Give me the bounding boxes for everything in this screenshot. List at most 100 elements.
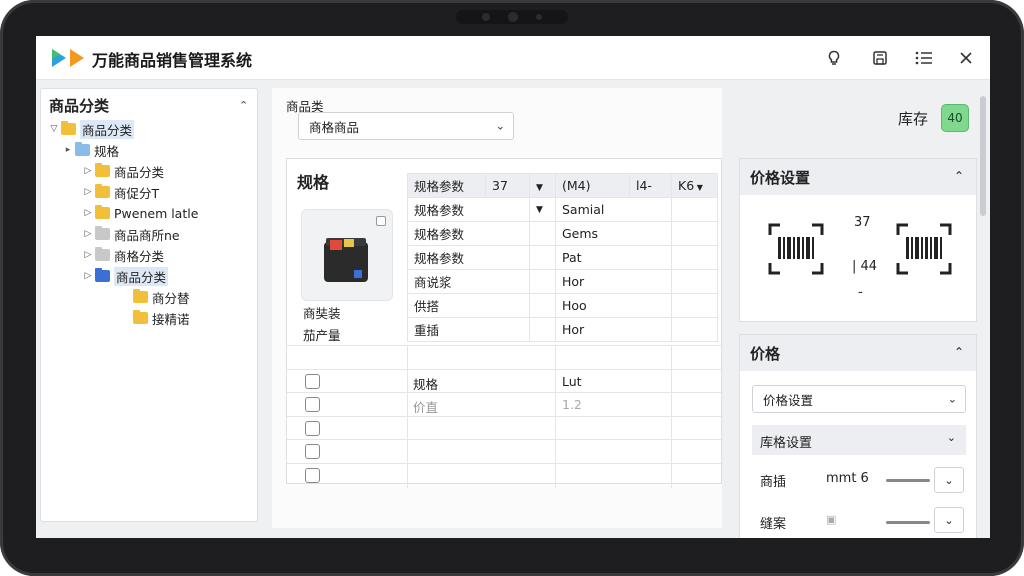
spec-card: 规格 商奘装 茄产量 规格参数 37 ▼ (M4) l4- K6 ▼ 规格参数 …: [286, 158, 723, 488]
table-cell: [671, 269, 718, 294]
col-header-k6[interactable]: K6 ▼: [671, 173, 718, 198]
close-button[interactable]: [954, 46, 978, 70]
collapse-up-icon[interactable]: ⌃: [239, 99, 248, 112]
price-settings-header[interactable]: 价格设置 ⌃: [740, 159, 976, 195]
table-cell: [529, 245, 556, 270]
tree-item-label: Pwenem latle: [114, 205, 199, 221]
tree-item[interactable]: ▷ Pwenem latle: [81, 203, 198, 223]
row-checkbox[interactable]: [305, 397, 320, 412]
bulb-icon: [828, 50, 840, 65]
price-card: 价格 ⌃ 价格设置 ⌄ 库格设置 ⌄ 商插 mmt 6 ⌄ 缝案 ▣ ⌄: [739, 334, 977, 538]
row-label: 价直: [413, 400, 439, 415]
stock-badge[interactable]: 40: [941, 104, 969, 132]
tree-item[interactable]: 接精诺: [119, 308, 190, 328]
tree-expand-arrow-icon[interactable]: ▷: [81, 187, 95, 197]
price-row-1-dropdown[interactable]: ⌄: [934, 467, 964, 493]
col-header-37[interactable]: 37: [485, 173, 530, 198]
category-tree-panel: 商品分类 ⌃ ▽ 商品分类 ▸ 规格 ▷ 商品分类 ▷ 商促分T ▷ Pwenem latle ▷ 商…: [40, 88, 258, 522]
collapse-up-icon[interactable]: ⌃: [954, 345, 964, 359]
tree-item[interactable]: ▽ 商品分类: [47, 119, 135, 139]
list-item[interactable]: [287, 345, 723, 370]
vertical-scrollbar[interactable]: [980, 96, 986, 216]
sensor-dot: [536, 14, 542, 20]
category-select-value: 商格商品: [309, 119, 360, 135]
collapse-up-icon[interactable]: ⌃: [954, 169, 964, 183]
table-row[interactable]: 供搭 Hoo: [407, 293, 718, 318]
category-select[interactable]: 商格商品 ⌄: [298, 112, 514, 140]
row-value: 1.2: [562, 397, 582, 412]
triangle-down-icon: ▼: [536, 183, 543, 193]
row-value: Lut: [562, 373, 582, 389]
tree-expand-arrow-icon[interactable]: ▸: [61, 145, 75, 155]
row-checkbox[interactable]: [305, 420, 320, 436]
column-divider: [671, 416, 672, 441]
table-row[interactable]: 规格参数 Gems: [407, 221, 718, 246]
list-item[interactable]: 价直 1.2: [287, 392, 723, 417]
row-checkbox[interactable]: [305, 444, 320, 459]
tree-item[interactable]: ▷ 商促分T: [81, 182, 159, 202]
table-cell: 商说浆: [407, 269, 530, 294]
price-setting-select[interactable]: 价格设置 ⌄: [752, 385, 966, 413]
column-divider: [555, 346, 556, 370]
col-header-dropdown[interactable]: ▼: [529, 173, 556, 198]
list-settings-button[interactable]: [912, 46, 936, 70]
column-divider: [671, 393, 672, 417]
col-header-m4[interactable]: (M4): [555, 173, 630, 198]
column-divider: [407, 393, 408, 417]
table-cell: [671, 221, 718, 246]
col-header-l4[interactable]: l4-: [629, 173, 672, 198]
stock-label: 库存: [898, 110, 929, 128]
barcode-scan-icon[interactable]: [896, 221, 952, 277]
folder-icon: [95, 184, 110, 198]
col-header-spec[interactable]: 规格参数: [407, 173, 486, 198]
folder-icon: [95, 247, 110, 261]
bulb-button[interactable]: [822, 46, 846, 70]
list-item[interactable]: [287, 462, 723, 488]
row-checkbox[interactable]: [305, 373, 320, 389]
camera-lens: [482, 13, 490, 21]
barcode-count-mid-value: 44: [860, 259, 878, 274]
tree-expand-arrow-icon[interactable]: ▷: [81, 271, 95, 281]
list-item[interactable]: [287, 439, 723, 464]
app-window: 万能商品销售管理系统 商品分类 ⌃ ▽ 商品分类 ▸ 规格 ▷ 商品分类 ▷ 商…: [36, 36, 990, 538]
tree-expand-arrow-icon[interactable]: ▷: [81, 166, 95, 176]
tree-expand-arrow-icon[interactable]: ▽: [47, 124, 61, 134]
stock-setting-expander[interactable]: 库格设置 ⌄: [752, 425, 966, 455]
price-header[interactable]: 价格 ⌃: [740, 335, 976, 371]
table-row[interactable]: 商说浆 Hor: [407, 269, 718, 294]
table-cell: Hoo: [555, 293, 672, 318]
table-row[interactable]: 规格参数 ▼ Samial: [407, 197, 718, 222]
tree-item[interactable]: ▷ 商品分类: [81, 266, 169, 286]
tree-expand-arrow-icon[interactable]: ▷: [81, 208, 95, 218]
table-cell: [671, 245, 718, 270]
tree-item[interactable]: 商分替: [119, 287, 190, 307]
tree-item-label: 商格分类: [114, 248, 165, 264]
column-divider: [555, 440, 556, 464]
column-divider: [555, 463, 556, 488]
tree-expand-arrow-icon[interactable]: ▷: [81, 250, 95, 260]
price-slider-2[interactable]: [886, 521, 930, 524]
tree-item[interactable]: ▷ 商品分类: [81, 161, 164, 181]
chevron-down-icon: ⌄: [947, 392, 957, 406]
price-slider-1[interactable]: [886, 479, 930, 482]
table-row[interactable]: 规格参数 Pat: [407, 245, 718, 270]
product-thumbnail[interactable]: [301, 209, 393, 301]
thumbnail-checkbox[interactable]: [376, 216, 386, 226]
table-row[interactable]: 重插 Hor: [407, 317, 718, 342]
tree-item[interactable]: ▷ 商格分类: [81, 245, 164, 265]
save-button[interactable]: [868, 46, 892, 70]
column-divider: [555, 393, 556, 417]
price-row-2-dropdown[interactable]: ⌄: [934, 507, 964, 533]
list-settings-icon: [915, 51, 932, 65]
tree-item[interactable]: ▷ 商品商所ne: [81, 224, 180, 244]
barcode-scan-icon[interactable]: [768, 221, 824, 277]
folder-icon: [61, 121, 76, 135]
tree-item[interactable]: ▸ 规格: [61, 140, 119, 160]
list-item[interactable]: [287, 415, 723, 441]
table-cell: Hor: [555, 317, 672, 342]
list-item[interactable]: 规格 Lut: [287, 368, 723, 394]
tree-expand-arrow-icon[interactable]: ▷: [81, 229, 95, 239]
table-cell: [671, 293, 718, 318]
row-checkbox[interactable]: [305, 467, 320, 483]
tree-item-label: 商品分类: [80, 119, 135, 139]
